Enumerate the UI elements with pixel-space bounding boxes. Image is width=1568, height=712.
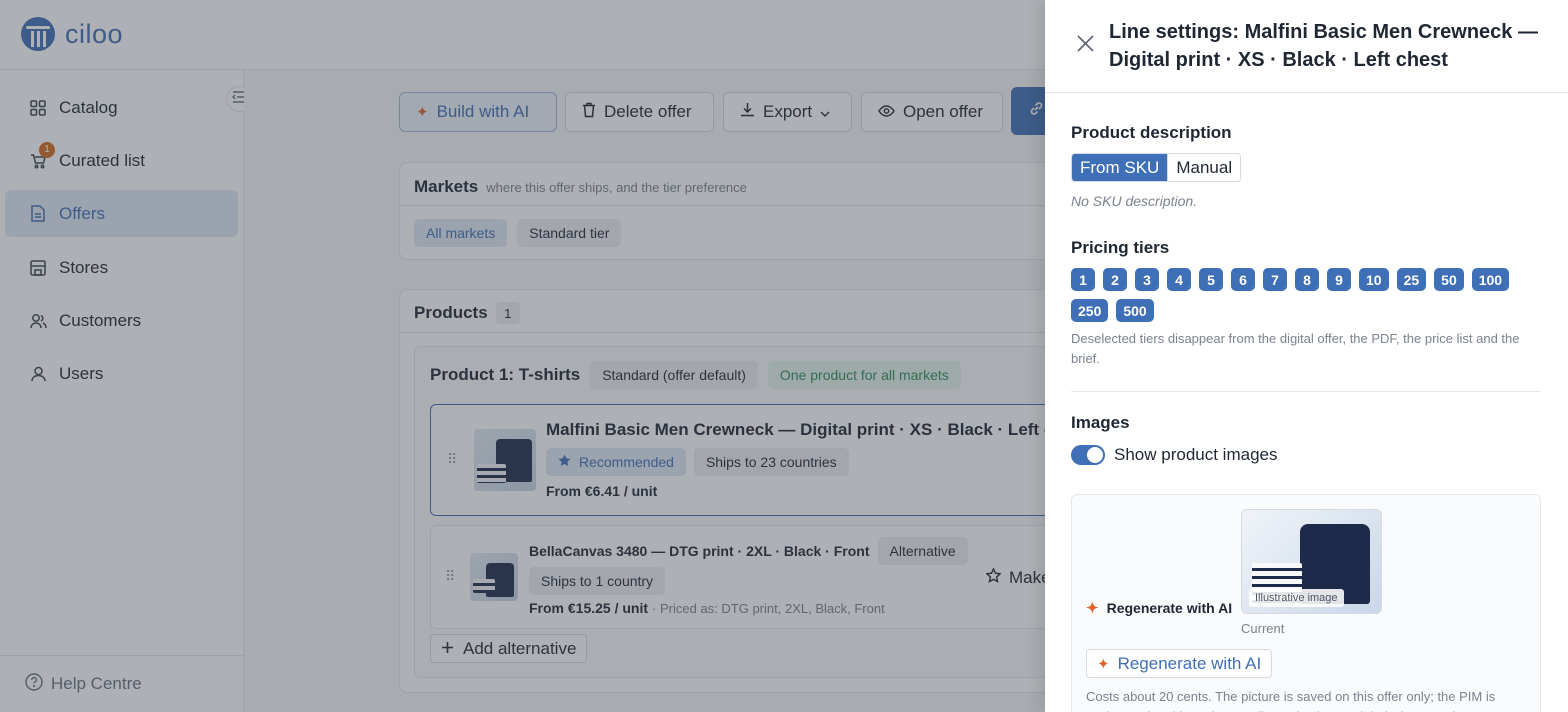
show-images-toggle-row[interactable]: Show product images (1071, 445, 1277, 465)
tier-chip[interactable]: 4 (1167, 268, 1191, 291)
tier-chip[interactable]: 5 (1199, 268, 1223, 291)
tier-chip[interactable]: 100 (1471, 268, 1510, 291)
regenerate-with-ai-button[interactable]: ✦ Regenerate with AI (1086, 649, 1273, 678)
tier-chip[interactable]: 50 (1434, 268, 1464, 291)
cost-note: Costs about 20 cents. The picture is sav… (1086, 689, 1524, 712)
tier-chip[interactable]: 250 (1071, 299, 1109, 322)
sparkle-icon: ✦ (1097, 655, 1110, 673)
description-source-toggle: From SKU Manual (1071, 153, 1242, 182)
no-description-text: No SKU description. (1071, 193, 1198, 209)
line-settings-panel: Line settings: Malfini Basic Men Crewnec… (1045, 0, 1568, 712)
close-button[interactable] (1073, 34, 1097, 58)
preview-caption: Current (1241, 621, 1285, 636)
regenerate-label-text: Regenerate with AI (1106, 600, 1233, 616)
panel-header: Line settings: Malfini Basic Men Crewnec… (1045, 0, 1568, 93)
tier-chip[interactable]: 10 (1359, 268, 1389, 291)
tier-chip[interactable]: 7 (1263, 268, 1287, 291)
tier-chip[interactable]: 25 (1396, 268, 1427, 291)
section-divider (1071, 391, 1541, 392)
pricing-tiers-list: 1 2 3 4 5 6 7 8 9 10 25 50 100 250 500 (1071, 268, 1541, 322)
tier-chip[interactable]: 3 (1135, 268, 1159, 291)
product-description-title: Product description (1071, 123, 1232, 142)
image-regeneration-box: ✦ Regenerate with AI Illustrative image … (1071, 494, 1541, 712)
manual-option[interactable]: Manual (1167, 154, 1241, 181)
pricing-tiers-title: Pricing tiers (1071, 238, 1170, 257)
regenerate-button-label: Regenerate with AI (1117, 653, 1262, 673)
show-images-label: Show product images (1114, 445, 1278, 464)
images-title: Images (1071, 413, 1130, 432)
regenerate-label: ✦ Regenerate with AI (1086, 599, 1232, 617)
panel-title: Line settings: Malfini Basic Men Crewnec… (1109, 21, 1538, 71)
tier-chip[interactable]: 1 (1071, 268, 1095, 291)
from-sku-option[interactable]: From SKU (1072, 154, 1168, 181)
close-icon (1076, 35, 1094, 57)
show-images-toggle[interactable] (1071, 445, 1105, 465)
tier-chip[interactable]: 9 (1327, 268, 1351, 291)
tier-chip[interactable]: 2 (1103, 268, 1127, 291)
tier-chip[interactable]: 8 (1295, 268, 1319, 291)
tiers-help-text: Deselected tiers disappear from the digi… (1071, 331, 1520, 366)
tier-chip[interactable]: 6 (1231, 268, 1255, 291)
tier-chip[interactable]: 500 (1116, 299, 1154, 322)
sparkle-icon: ✦ (1086, 600, 1099, 617)
illustrative-image-tag: Illustrative image (1249, 589, 1344, 607)
current-image-preview[interactable]: Illustrative image (1241, 509, 1382, 614)
